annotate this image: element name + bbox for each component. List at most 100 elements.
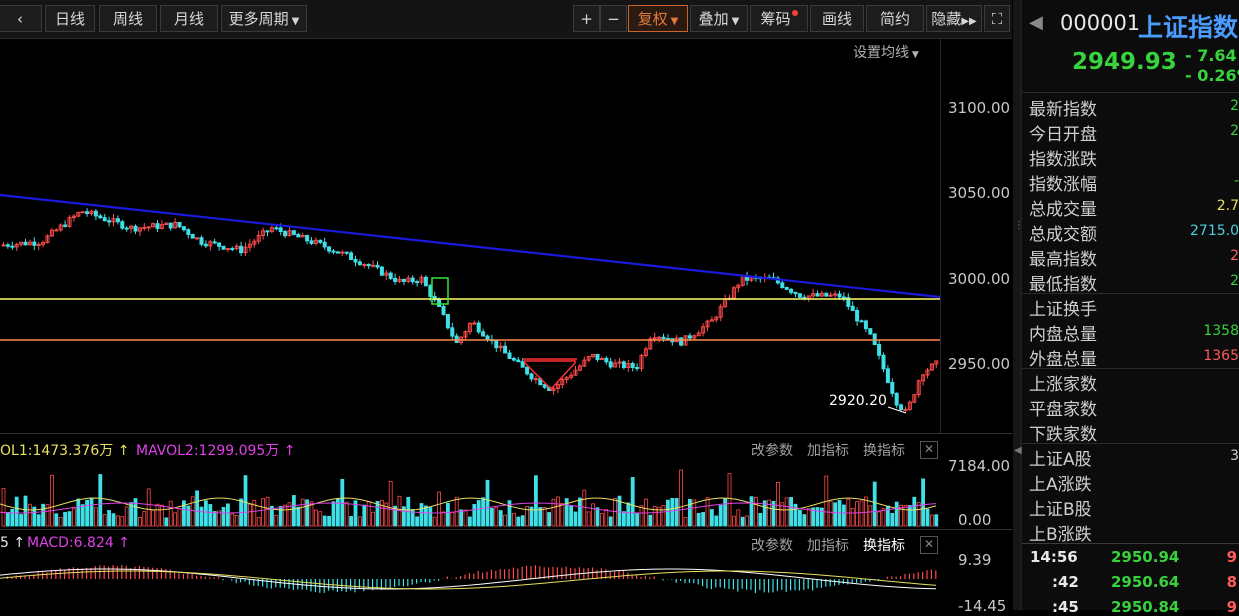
vol-switch-indicator-button[interactable]: 换指标 [863,440,905,460]
macd-axis-bottom: -14.45 [958,597,1007,615]
volume-bar [894,501,899,527]
hide-button[interactable]: 隐藏▶▶ [926,5,982,32]
candle-body [903,408,908,411]
volume-bar [727,473,732,527]
volume-bar [476,500,481,527]
volume-bar [701,512,705,527]
quote-row: 总成交额 2715.0 [1029,220,1239,245]
candle-body [190,233,195,239]
chip-label: 筹码 [760,10,791,28]
volume-bar [199,506,204,527]
vol-add-indicator-button[interactable]: 加指标 [807,440,849,460]
arrow-up-icon: ↑ [113,443,130,459]
volume-bar [683,517,688,527]
zoom-out-button[interactable]: − [600,5,627,32]
volume-bar [133,498,138,527]
volume-bar [164,517,169,527]
collapse-arrow-icon[interactable]: ◀ [1014,445,1022,456]
quote-row-value: 1365 [1203,348,1239,364]
candle-body [542,384,547,388]
arrow-up-icon: ↑ [279,443,296,459]
caret-down-icon: ▼ [670,16,679,27]
quote-row-label: 上证B股 [1029,500,1092,520]
zoom-in-button[interactable]: + [573,5,600,32]
macd-change-params-button[interactable]: 改参数 [751,535,793,555]
vol-close-button[interactable]: ✕ [920,441,938,459]
candle-body [868,328,873,335]
candle-body [124,227,129,230]
prev-stock-arrow-icon[interactable]: ◀ [1029,12,1043,33]
candle-body [401,278,406,282]
volume-bar [630,477,635,527]
volume-bar [230,513,235,527]
period-month-button[interactable]: 月线 [160,5,218,32]
candle-body [353,258,358,263]
volume-bar [283,504,288,527]
chart-toolbar: ‹ 日线 周线 月线 更多周期 ▼ + − 复权 ▼ 叠加 ▼ 筹码 画线 简约 隐藏… [0,0,1012,39]
volume-bar [116,515,120,527]
candle-body [371,264,376,267]
volume-bar [349,516,354,527]
overlay-dropdown[interactable]: 叠加 ▼ [690,5,748,32]
volume-bar [111,513,116,527]
candle-body [441,305,446,315]
candle-body [525,366,530,375]
volume-bar [573,511,578,527]
candle-body [335,251,340,254]
simple-mode-button[interactable]: 简约 [866,5,924,32]
volume-bar [54,513,59,527]
candle-body [388,272,393,279]
period-day-button[interactable]: 日线 [45,5,95,32]
divider [1022,293,1239,294]
period-prev-button[interactable]: ‹ [0,5,42,32]
candle-body [340,251,345,254]
panel-splitter[interactable] [1013,0,1020,610]
candle-body [415,281,420,284]
volume-bar [485,479,490,527]
volume-bar [600,513,604,527]
volume-bar [247,503,252,527]
volume-bar [27,503,32,527]
candle-body [32,241,37,246]
candle-body [393,277,398,282]
volume-bar [670,498,675,527]
macd-switch-indicator-button[interactable]: 换指标 [863,535,905,555]
volume-bar [842,504,846,527]
candle-body [837,293,842,298]
quote-row-label: 最新指数 [1029,100,1097,120]
chip-distribution-button[interactable]: 筹码 [750,5,808,32]
macd-close-button[interactable]: ✕ [920,536,938,554]
candle-body [327,246,332,252]
rights-adjust-dropdown[interactable]: 复权 ▼ [628,5,688,32]
candle-body [595,353,600,361]
volume-bar [705,497,710,527]
candle-body [54,229,59,232]
candle-body [217,242,222,247]
volume-bar [688,498,692,527]
period-week-button[interactable]: 周线 [99,5,157,32]
candle-body [296,233,301,238]
tick-volume: 9 [1226,598,1237,616]
divider [1022,368,1239,369]
mavol2-label: MAVOL2:1299.095万 ↑ [136,440,296,460]
more-periods-dropdown[interactable]: 更多周期 ▼ [221,5,307,32]
candle-body [1,244,6,247]
volume-bar [696,513,701,527]
fullscreen-button[interactable]: ⛶ [984,5,1010,32]
candle-body [362,263,367,266]
candle-body [225,248,230,251]
arrow-up-icon: ↑ [8,535,26,551]
draw-line-button[interactable]: 画线 [810,5,864,32]
quote-row-label: 外盘总量 [1029,350,1097,370]
candlestick-chart[interactable] [0,39,940,433]
candle-body [784,287,789,290]
quote-row: 指数涨幅 - [1029,170,1239,195]
macd-add-indicator-button[interactable]: 加指标 [807,535,849,555]
volume-bar [63,512,67,527]
quote-row: 平盘家数 [1029,395,1239,420]
volume-bar [666,499,670,527]
quote-row-label: 上B涨跌 [1029,525,1092,545]
notification-dot-icon [791,10,798,16]
fullscreen-icon: ⛶ [991,10,1003,28]
vol-change-params-button[interactable]: 改参数 [751,440,793,460]
